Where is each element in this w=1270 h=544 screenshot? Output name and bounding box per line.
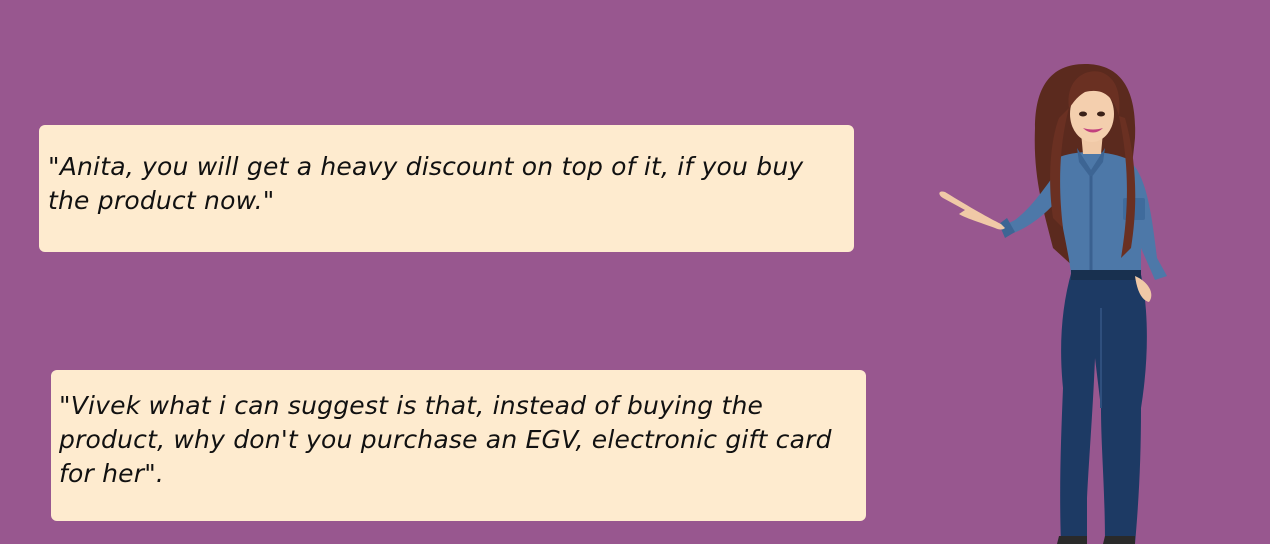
jeans	[1060, 270, 1147, 544]
shoe-right	[1103, 536, 1135, 544]
speech-text-2: "Vivek what i can suggest is that, inste…	[59, 391, 832, 488]
presenter-woman-illustration	[939, 64, 1167, 544]
speech-bubble-1: "Anita, you will get a heavy discount on…	[39, 125, 854, 252]
right-eye	[1097, 111, 1105, 117]
speech-text-1: "Anita, you will get a heavy discount on…	[48, 152, 804, 215]
speech-bubble-2: "Vivek what i can suggest is that, inste…	[51, 370, 866, 521]
left-eye	[1079, 111, 1087, 117]
shirt	[1056, 152, 1167, 280]
hand	[939, 191, 1005, 230]
belt	[1071, 270, 1141, 280]
shoe-left	[1057, 536, 1087, 544]
